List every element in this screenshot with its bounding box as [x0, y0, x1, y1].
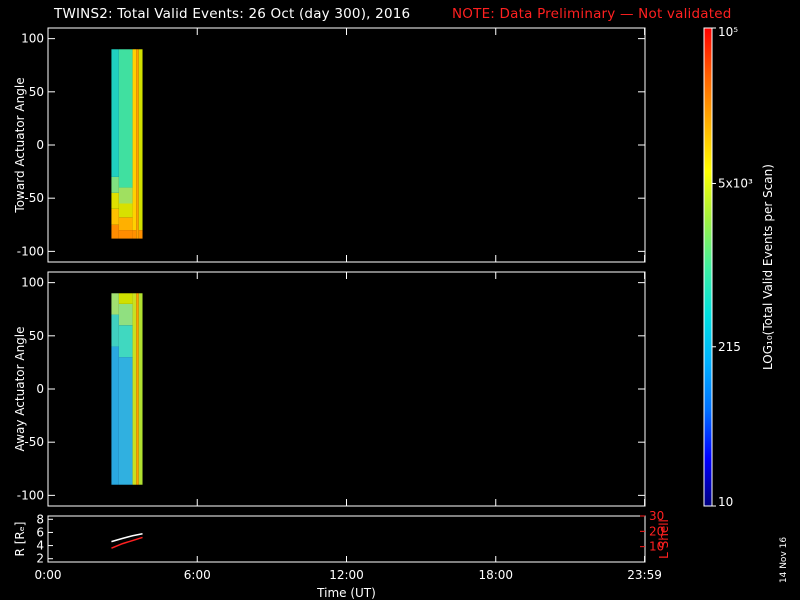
xtick-label: 12:00: [329, 568, 364, 582]
toward-heatmap-cell: [118, 230, 133, 239]
toward-heatmap-cell: [111, 49, 119, 177]
radius-series-line: [111, 533, 143, 543]
toward-heatmap-cell: [136, 49, 139, 239]
toward-ytick-label: -50: [24, 191, 44, 205]
toward-ytick-label: 50: [29, 85, 44, 99]
toward-heatmap-cell: [111, 176, 119, 193]
xtick-label: 23:59: [627, 568, 662, 582]
away-ytick-label: 0: [36, 382, 44, 396]
toward-heatmap-cell: [132, 49, 137, 231]
orbit-ytick-label: 4: [36, 539, 44, 553]
away-ytick-label: -50: [24, 435, 44, 449]
away-heatmap-cell: [132, 293, 137, 485]
away-heatmap-cell: [118, 325, 133, 358]
away-heatmap-cell: [111, 314, 119, 347]
away-ytick-label: -100: [17, 488, 44, 502]
toward-ytick-label: 0: [36, 138, 44, 152]
colorbar-tick-label: 215: [718, 340, 741, 354]
toward-heatmap-cell: [111, 208, 119, 225]
away-ytick-label: 100: [21, 276, 44, 290]
toward-heatmap-cell: [132, 230, 137, 239]
orbit-ytick-label: 2: [36, 552, 44, 566]
away-ytick-label: 50: [29, 329, 44, 343]
chart-canvas: -100-50050100Toward Actuator Angle-100-5…: [13, 25, 789, 600]
lshell-series-line: [111, 536, 143, 549]
toward-heatmap-cell: [118, 187, 133, 204]
away-heatmap-cell: [111, 346, 119, 485]
away-heatmap-cell: [136, 293, 139, 485]
xtick-label: 0:00: [35, 568, 62, 582]
xtick-label: 6:00: [184, 568, 211, 582]
colorbar-tick-label: 5x10³: [718, 176, 753, 190]
toward-heatmap-cell: [118, 49, 133, 188]
lshell-ylabel: L Shell: [657, 519, 671, 559]
orbit-ylabel: R [Rₑ]: [13, 522, 27, 557]
away-heatmap-cell: [138, 293, 143, 485]
toward-heatmap-cell: [118, 217, 133, 231]
colorbar-tick-label: 10: [718, 495, 733, 509]
toward-ylabel: Toward Actuator Angle: [13, 77, 27, 213]
toward-heatmap-cell: [118, 203, 133, 218]
date-stamp: 14 Nov 16: [779, 537, 789, 583]
away-heatmap-cell: [118, 357, 133, 485]
xtick-label: 18:00: [478, 568, 513, 582]
toward-ytick-label: -100: [17, 244, 44, 258]
away-heatmap-cell: [118, 293, 133, 304]
colorbar: [703, 27, 713, 507]
orbit-ytick-label: 8: [36, 512, 44, 526]
away-heatmap-cell: [111, 293, 119, 315]
colorbar-tick-label: 10⁵: [718, 25, 738, 39]
toward-heatmap-cell: [111, 192, 119, 209]
away-ylabel: Away Actuator Angle: [13, 326, 27, 451]
toward-ytick-label: 100: [21, 32, 44, 46]
toward-heatmap-cell: [138, 230, 143, 239]
toward-heatmap-cell: [138, 49, 143, 231]
away-heatmap-cell: [118, 303, 133, 326]
colorbar-label: LOG₁₀(Total Valid Events per Scan): [761, 164, 775, 370]
orbit-ytick-label: 6: [36, 525, 44, 539]
x-axis-label: Time (UT): [316, 586, 376, 600]
toward-heatmap-cell: [111, 224, 119, 239]
